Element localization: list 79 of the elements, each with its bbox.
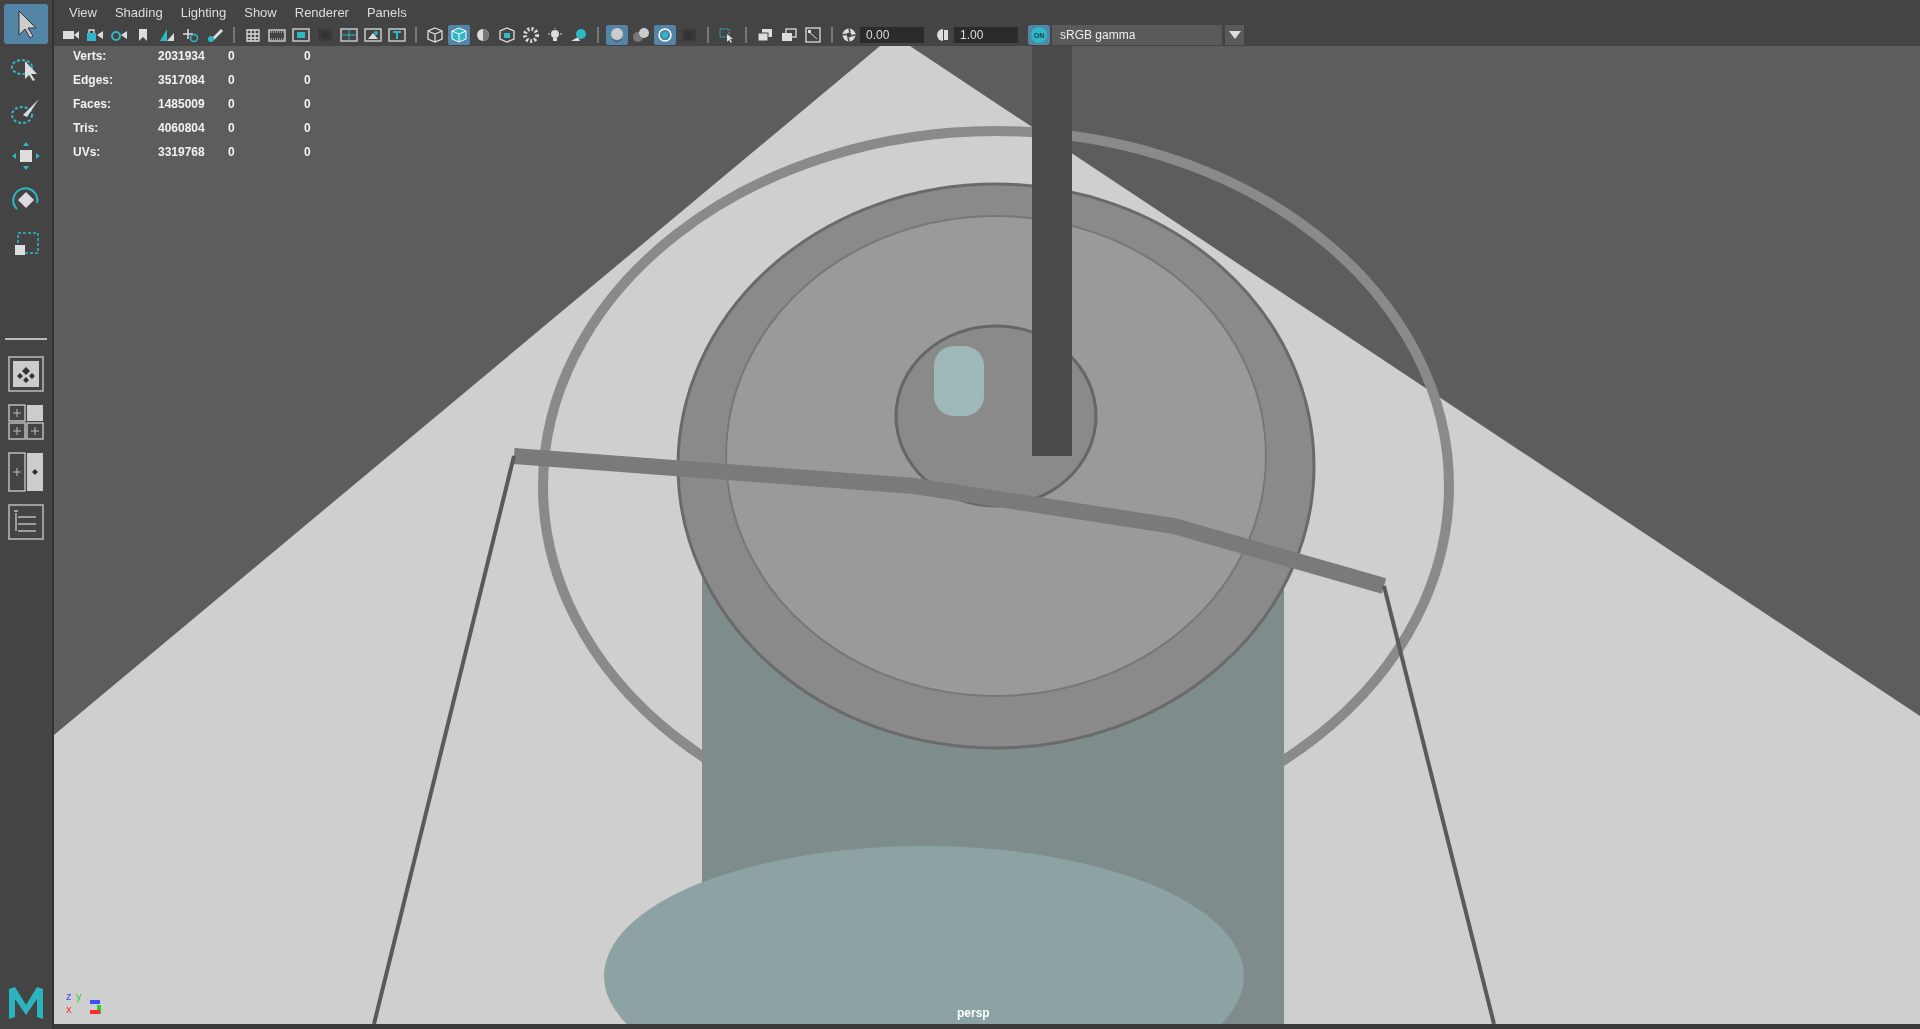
single-pane-layout-icon bbox=[8, 356, 44, 392]
stat-value: 3517084 bbox=[158, 72, 206, 89]
menu-item[interactable]: View bbox=[60, 1, 106, 23]
toolbar-button[interactable] bbox=[362, 25, 384, 45]
stat-value: 3319768 bbox=[158, 144, 206, 161]
menu-item[interactable]: Show bbox=[235, 1, 286, 23]
toolbar-button[interactable] bbox=[448, 25, 470, 45]
light-bulb-icon bbox=[546, 27, 564, 43]
stat-label: Edges: bbox=[73, 72, 114, 89]
stat-value: 2031934 bbox=[158, 48, 206, 65]
menu-item[interactable]: Renderer bbox=[285, 1, 358, 23]
toolbar-button[interactable] bbox=[606, 25, 628, 45]
gamma-field[interactable]: 1.00 bbox=[954, 27, 1018, 43]
axis-label: y bbox=[76, 990, 83, 1003]
grease-pencil-icon bbox=[206, 27, 224, 43]
axis-gizmo-drawing bbox=[90, 1000, 104, 1014]
menu-item[interactable]: Shading bbox=[105, 1, 172, 23]
film-gate-icon bbox=[268, 27, 286, 43]
stat-value: 0 bbox=[228, 144, 236, 161]
stat-value: 0 bbox=[228, 120, 236, 137]
stat-label: UVs: bbox=[73, 144, 102, 161]
toolbar-button[interactable] bbox=[496, 25, 518, 45]
xray-sphere-icon bbox=[608, 27, 626, 43]
stat-label: Tris: bbox=[73, 120, 100, 137]
menu-item[interactable]: Panels bbox=[357, 1, 416, 23]
toolbar-button[interactable] bbox=[290, 25, 312, 45]
stat-value: 0 bbox=[304, 120, 312, 137]
dropdown-arrow-button[interactable] bbox=[1224, 25, 1244, 45]
isolate-target-icon bbox=[656, 27, 674, 43]
tool-button[interactable] bbox=[4, 4, 48, 44]
toolbar-button[interactable] bbox=[630, 25, 652, 45]
safe-action-icon bbox=[364, 27, 382, 43]
camera-lock-icon bbox=[86, 27, 104, 43]
wireframe-cube-icon bbox=[426, 27, 444, 43]
safe-title-icon bbox=[388, 27, 406, 43]
toolbar-button[interactable] bbox=[338, 25, 360, 45]
layout-button[interactable] bbox=[8, 452, 44, 492]
framed-image-icon bbox=[804, 27, 822, 43]
four-pane-layout-icon bbox=[8, 404, 44, 440]
image-plane-icon bbox=[158, 27, 176, 43]
layout-button[interactable] bbox=[8, 356, 44, 392]
stat-value: 0 bbox=[304, 48, 312, 65]
resolution-gate-icon bbox=[292, 27, 310, 43]
stat-label: Faces: bbox=[73, 96, 113, 113]
stat-value: 0 bbox=[304, 96, 312, 113]
toolbar-button[interactable] bbox=[386, 25, 408, 45]
two-pane-layout-icon bbox=[8, 452, 44, 492]
layout-button[interactable] bbox=[8, 504, 44, 540]
stat-label: Verts: bbox=[73, 48, 108, 65]
stat-value: 0 bbox=[304, 72, 312, 89]
shadow-sphere-icon bbox=[570, 27, 588, 43]
textured-cube-icon bbox=[498, 27, 516, 43]
caret-icon bbox=[1228, 31, 1241, 39]
stat-value: 4060804 bbox=[158, 120, 206, 137]
axis-label: z bbox=[66, 990, 73, 1003]
aperture-icon bbox=[840, 27, 858, 43]
grid-icon bbox=[244, 27, 262, 43]
axis-label: x bbox=[66, 1003, 73, 1016]
stat-value: 0 bbox=[228, 72, 236, 89]
stat-value: 0 bbox=[304, 144, 312, 161]
toolbar-button[interactable] bbox=[802, 25, 824, 45]
menu-item[interactable]: Lighting bbox=[171, 1, 236, 23]
pan-zoom-icon bbox=[182, 27, 200, 43]
field-chart-icon bbox=[340, 27, 358, 43]
exposure-field[interactable]: 0.00 bbox=[860, 27, 924, 43]
outliner-icon bbox=[8, 504, 44, 540]
half-shaded-sphere-icon bbox=[474, 27, 492, 43]
stacked-windows-icon bbox=[756, 27, 774, 43]
stat-value: 0 bbox=[228, 96, 236, 113]
view-transform-dropdown[interactable]: sRGB gamma bbox=[1052, 25, 1222, 45]
camera-name-label: persp bbox=[957, 1006, 990, 1020]
shaded-cube-icon bbox=[450, 27, 468, 43]
stat-value: 1485009 bbox=[158, 96, 206, 113]
window-icon bbox=[780, 27, 798, 43]
layout-button[interactable] bbox=[8, 404, 44, 440]
stat-value: 0 bbox=[228, 48, 236, 65]
toolbar-button[interactable] bbox=[424, 25, 446, 45]
spheres-icon bbox=[632, 27, 650, 43]
toolbar-button[interactable] bbox=[654, 25, 676, 45]
